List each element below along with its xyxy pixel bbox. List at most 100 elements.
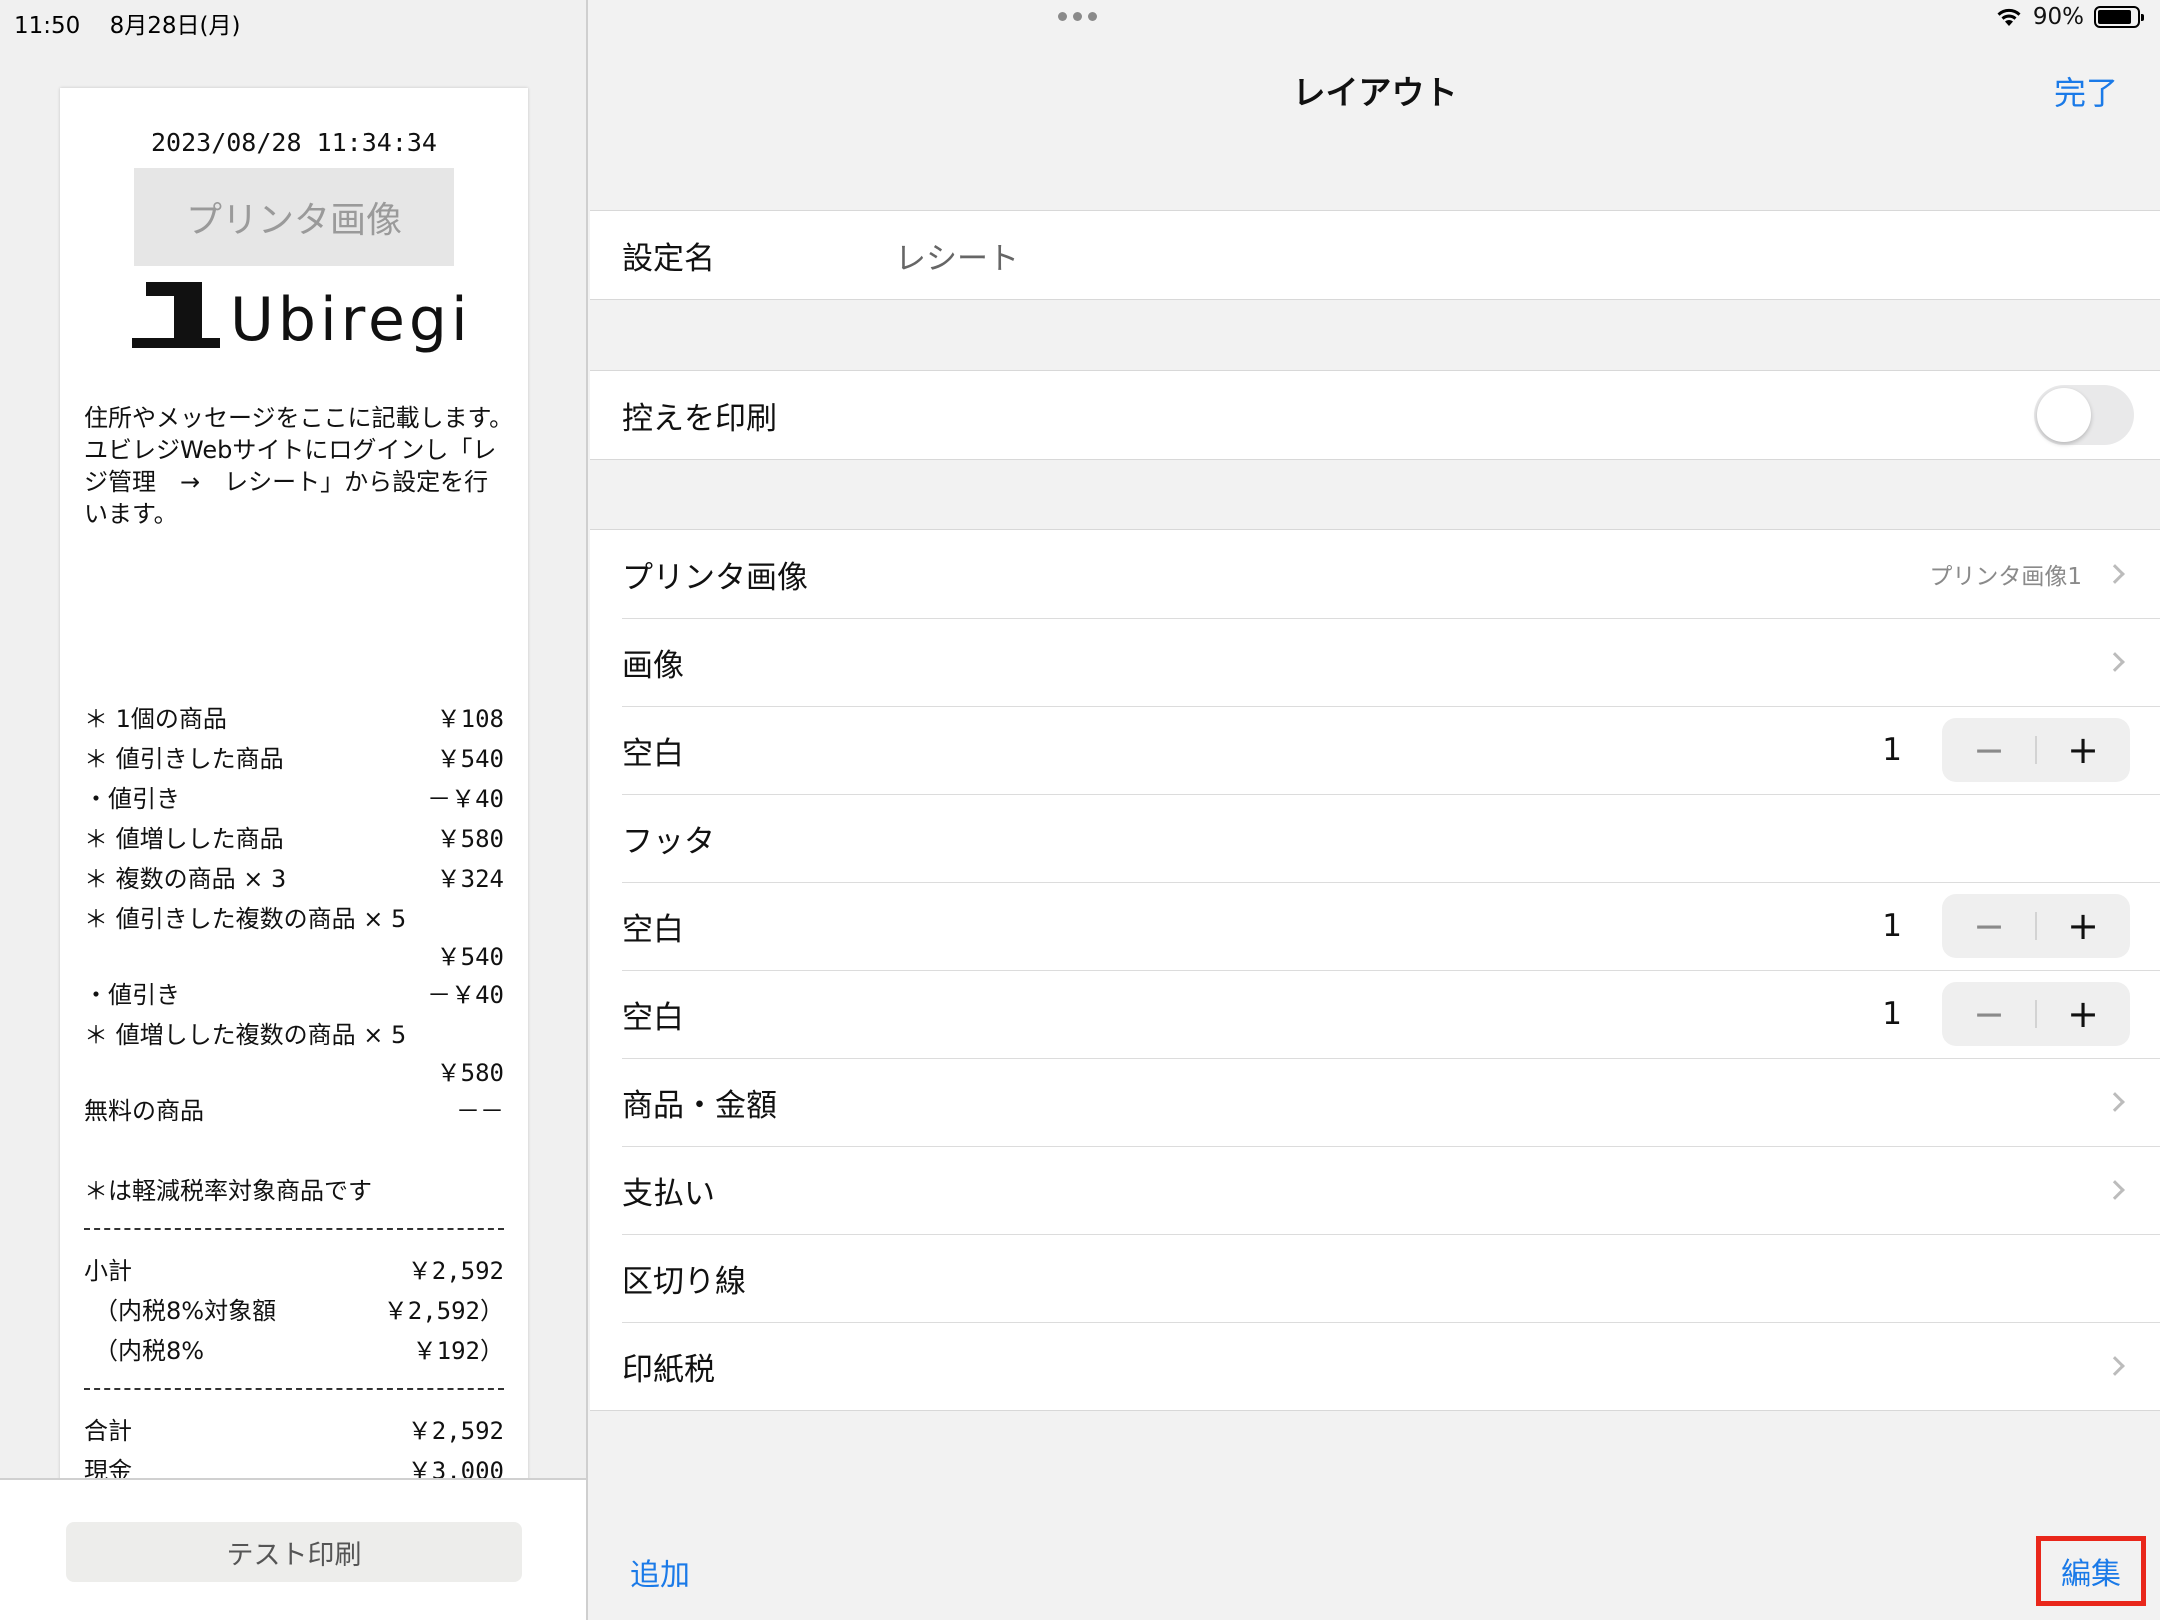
receipt-line-label: 合計 (84, 1416, 132, 1445)
test-print-button[interactable]: テスト印刷 (66, 1522, 522, 1582)
receipt-line-label: ・値引き (84, 784, 180, 813)
toggle-knob (2037, 388, 2091, 442)
blank-stepper[interactable]: − + (1942, 894, 2130, 958)
wifi-icon (1997, 8, 2021, 26)
print-copy-group: 控えを印刷 (590, 370, 2160, 460)
layout-row[interactable]: 支払い (590, 1146, 2160, 1234)
receipt-reduced-tax-note: ＊は軽減税率対象商品です (84, 1176, 372, 1205)
layout-row[interactable]: 印紙税 (590, 1322, 2160, 1410)
receipt-item-line: ・値引き －￥40 (84, 972, 504, 1012)
blank-count: 1 (1882, 996, 1902, 1032)
increment-button[interactable]: + (2036, 718, 2130, 782)
layout-row-label: 空白 (622, 911, 684, 948)
battery-icon (2094, 6, 2144, 28)
receipt-line-label: ・値引き (84, 980, 180, 1009)
stepper-divider (2035, 736, 2037, 764)
chevron-right-icon (2105, 564, 2125, 584)
receipt-item-line: ＊ 値増しした複数の商品 × 5 (84, 1012, 504, 1052)
stepper-divider (2035, 912, 2037, 940)
add-button[interactable]: 追加 (630, 1550, 690, 1594)
receipt-subtotal-line: （内税8%対象額 ￥2,592） (84, 1288, 504, 1328)
layout-row-label: 画像 (622, 647, 684, 684)
increment-button[interactable]: + (2036, 982, 2130, 1046)
receipt-item-line: ＊ 値引きした複数の商品 × 5 (84, 896, 504, 936)
receipt-divider (84, 1228, 504, 1230)
receipt-item-line: ￥540 (84, 936, 504, 972)
page-title: レイアウト (1292, 73, 1458, 112)
receipt-subtotal-line: （内税8% ￥192） (84, 1328, 504, 1368)
layout-row-detail: プリンタ画像1 (1929, 564, 2082, 590)
layout-settings-pane: 90% レイアウト 完了 設定名 レシート 控えを印刷 プリンタ画像 プリンタ画像… (590, 0, 2160, 1620)
layout-row[interactable]: 商品・金額 (590, 1058, 2160, 1146)
layout-row[interactable]: 区切り線 (590, 1234, 2160, 1322)
setting-name-field[interactable]: レシート (895, 233, 1019, 278)
receipt-lines: ＊ 1個の商品 ￥108 ＊ 値引きした商品 ￥540 ・値引き －￥40 ＊ 値増しした商… (84, 696, 504, 1568)
receipt-line-label: ＊ 複数の商品 × 3 (84, 864, 287, 893)
layout-row-label: プリンタ画像 (622, 559, 808, 596)
receipt-line-label: ＊ 値引きした商品 (84, 744, 284, 773)
receipt-line-label: （内税8%対象額 (94, 1296, 277, 1325)
layout-row: 空白 1 − + (590, 970, 2160, 1058)
print-copy-toggle[interactable] (2034, 385, 2134, 445)
receipt-item-line: 無料の商品 －－ (84, 1088, 504, 1128)
layout-row-label: フッタ (622, 823, 715, 860)
layout-row[interactable]: 画像 (590, 618, 2160, 706)
blank-count: 1 (1882, 908, 1902, 944)
layout-row-label: 区切り線 (622, 1263, 746, 1300)
decrement-button[interactable]: − (1942, 982, 2036, 1046)
decrement-button[interactable]: − (1942, 894, 2036, 958)
receipt-line-amount: －￥40 (427, 980, 504, 1009)
receipt-line-amount: ￥540 (436, 942, 504, 971)
receipt-line-label: （内税8% (94, 1336, 205, 1365)
left-footer: テスト印刷 (0, 1478, 586, 1620)
layout-row-label: 商品・金額 (622, 1087, 777, 1124)
receipt-line-label: ＊ 1個の商品 (84, 704, 227, 733)
chevron-right-icon (2105, 1180, 2125, 1200)
increment-button[interactable]: + (2036, 894, 2130, 958)
receipt-line-amount: ￥2,592 (407, 1256, 504, 1285)
status-date: 8月28日(月) (109, 13, 241, 39)
blank-stepper[interactable]: − + (1942, 718, 2130, 782)
receipt-item-line: ＊ 複数の商品 × 3 ￥324 (84, 856, 504, 896)
chevron-right-icon (2105, 1092, 2125, 1112)
receipt-line-amount: －￥40 (427, 784, 504, 813)
receipt-line-amount: －－ (456, 1096, 504, 1125)
receipt-line-amount: ￥580 (436, 1058, 504, 1087)
status-time: 11:50 (14, 13, 81, 39)
receipt-printer-image-placeholder: プリンタ画像 (134, 168, 454, 266)
layout-row-label: 空白 (622, 735, 684, 772)
status-bar-left: 11:50 8月28日(月) (14, 6, 240, 40)
chevron-right-icon (2105, 1356, 2125, 1376)
done-button[interactable]: 完了 (2054, 68, 2118, 114)
receipt-line-label: 無料の商品 (84, 1096, 204, 1125)
setting-name-label: 設定名 (622, 240, 715, 277)
receipt-preview: 2023/08/28 11:34:34 プリンタ画像 Ubiregi 住所やメッ… (60, 88, 528, 1565)
layout-list: プリンタ画像 プリンタ画像1 画像 空白 1− + フッタ 空白 1− + 空白 1− + 商品・金額 支払… (590, 529, 2160, 1411)
layout-row-label: 印紙税 (622, 1351, 715, 1388)
stepper-divider (2035, 1000, 2037, 1028)
setting-name-row[interactable]: 設定名 レシート (590, 211, 2160, 299)
decrement-button[interactable]: − (1942, 718, 2036, 782)
receipt-datetime: 2023/08/28 11:34:34 (151, 128, 437, 157)
layout-row-label: 支払い (622, 1175, 715, 1212)
receipt-item-line: ・値引き －￥40 (84, 776, 504, 816)
battery-percent: 90% (2032, 4, 2084, 30)
receipt-logo: Ubiregi (132, 278, 472, 350)
blank-stepper[interactable]: − + (1942, 982, 2130, 1046)
receipt-divider (84, 1388, 504, 1390)
layout-row[interactable]: プリンタ画像 プリンタ画像1 (590, 530, 2160, 618)
multitasking-dots-icon[interactable] (1058, 12, 1097, 21)
receipt-line-label: ＊ 値増しした商品 (84, 824, 284, 853)
edit-button[interactable]: 編集 (2036, 1536, 2146, 1606)
receipt-line-amount: ￥192） (412, 1336, 504, 1365)
receipt-item-line: ￥580 (84, 1052, 504, 1088)
receipt-line-amount: ￥108 (436, 704, 504, 733)
layout-row[interactable]: フッタ (590, 794, 2160, 882)
status-bar-right: 90% (1995, 4, 2144, 30)
chevron-right-icon (2105, 652, 2125, 672)
print-copy-label: 控えを印刷 (622, 400, 777, 437)
receipt-line-label: ＊ 値増しした複数の商品 × 5 (84, 1020, 407, 1049)
receipt-subtotal: 小計 ￥2,592 （内税8%対象額 ￥2,592） （内税8% ￥192） (84, 1248, 504, 1368)
layout-row: 空白 1 − + (590, 706, 2160, 794)
receipt-item-line: ＊ 値増しした商品 ￥580 (84, 816, 504, 856)
